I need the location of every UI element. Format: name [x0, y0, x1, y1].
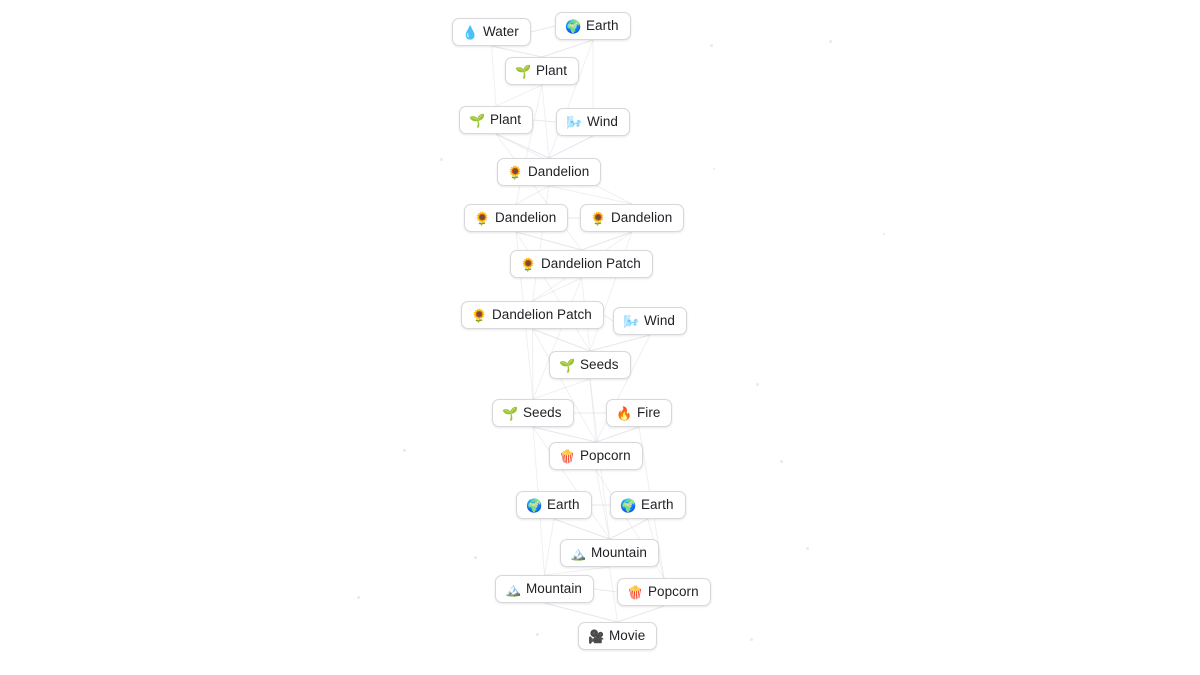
recipe-node-label: Mountain — [526, 581, 582, 597]
background-speck — [883, 233, 885, 235]
recipe-node-wind[interactable]: 🌬️ Wind — [613, 307, 687, 335]
dandelion-icon: 🌻 — [507, 164, 524, 180]
fire-icon: 🔥 — [616, 405, 633, 421]
background-speck — [780, 460, 783, 463]
recipe-node-label: Seeds — [523, 405, 562, 421]
recipe-node-label: Water — [483, 24, 519, 40]
recipe-node-mountain[interactable]: 🏔️ Mountain — [560, 539, 659, 567]
background-speck — [403, 449, 406, 452]
recipe-tree-canvas[interactable]: 💧 Water 🌍 Earth 🌱 Plant 🌱 Plant 🌬️ Wind 🌻 Dandelion… — [0, 0, 1200, 675]
recipe-node-label: Earth — [641, 497, 674, 513]
background-speck — [829, 40, 832, 43]
recipe-node-seeds[interactable]: 🌱 Seeds — [492, 399, 574, 427]
recipe-node-label: Plant — [490, 112, 522, 128]
recipe-node-label: Dandelion — [495, 210, 557, 226]
background-speck — [756, 383, 759, 386]
background-speck — [357, 596, 360, 599]
earth-globe-icon: 🌍 — [526, 497, 543, 513]
popcorn-icon: 🍿 — [627, 584, 644, 600]
mountain-icon: 🏔️ — [570, 545, 587, 561]
recipe-node-label: Fire — [637, 405, 661, 421]
background-speck — [710, 44, 713, 47]
recipe-node-label: Dandelion Patch — [541, 256, 641, 272]
water-droplet-icon: 💧 — [462, 24, 479, 40]
recipe-node-label: Wind — [587, 114, 618, 130]
seedling-icon: 🌱 — [502, 405, 519, 421]
recipe-node-label: Movie — [609, 628, 646, 644]
recipe-node-water[interactable]: 💧 Water — [452, 18, 531, 46]
recipe-node-dandelion-patch[interactable]: 🌻 Dandelion Patch — [510, 250, 653, 278]
recipe-node-earth[interactable]: 🌍 Earth — [610, 491, 686, 519]
dandelion-icon: 🌻 — [590, 210, 607, 226]
recipe-node-label: Plant — [536, 63, 568, 79]
earth-globe-icon: 🌍 — [565, 18, 582, 34]
recipe-node-label: Dandelion — [528, 164, 590, 180]
background-speck — [806, 547, 809, 550]
popcorn-icon: 🍿 — [559, 448, 576, 464]
recipe-node-wind[interactable]: 🌬️ Wind — [556, 108, 630, 136]
wind-icon: 🌬️ — [566, 114, 583, 130]
background-speck — [536, 633, 539, 636]
seedling-icon: 🌱 — [559, 357, 576, 373]
recipe-node-label: Earth — [586, 18, 619, 34]
recipe-node-label: Popcorn — [648, 584, 699, 600]
earth-globe-icon: 🌍 — [620, 497, 637, 513]
recipe-node-dandelion-patch[interactable]: 🌻 Dandelion Patch — [461, 301, 604, 329]
recipe-node-label: Wind — [644, 313, 675, 329]
recipe-node-fire[interactable]: 🔥 Fire — [606, 399, 673, 427]
recipe-node-mountain[interactable]: 🏔️ Mountain — [495, 575, 594, 603]
recipe-node-dandelion[interactable]: 🌻 Dandelion — [497, 158, 602, 186]
recipe-node-label: Mountain — [591, 545, 647, 561]
recipe-node-movie[interactable]: 🎥 Movie — [578, 622, 658, 650]
mountain-icon: 🏔️ — [505, 581, 522, 597]
recipe-node-seeds[interactable]: 🌱 Seeds — [549, 351, 631, 379]
dandelion-patch-icon: 🌻 — [471, 307, 488, 323]
background-speck — [713, 168, 715, 170]
node-layer: 💧 Water 🌍 Earth 🌱 Plant 🌱 Plant 🌬️ Wind 🌻 Dandelion… — [0, 0, 1200, 675]
recipe-node-plant[interactable]: 🌱 Plant — [505, 57, 580, 85]
movie-camera-icon: 🎥 — [588, 628, 605, 644]
recipe-node-label: Dandelion Patch — [492, 307, 592, 323]
background-speck — [440, 158, 443, 161]
dandelion-icon: 🌻 — [474, 210, 491, 226]
recipe-node-label: Seeds — [580, 357, 619, 373]
recipe-node-earth[interactable]: 🌍 Earth — [555, 12, 631, 40]
recipe-node-plant[interactable]: 🌱 Plant — [459, 106, 534, 134]
background-speck — [750, 638, 753, 641]
recipe-node-dandelion[interactable]: 🌻 Dandelion — [464, 204, 569, 232]
recipe-node-popcorn[interactable]: 🍿 Popcorn — [549, 442, 643, 470]
dandelion-patch-icon: 🌻 — [520, 256, 537, 272]
seedling-icon: 🌱 — [515, 63, 532, 79]
recipe-node-earth[interactable]: 🌍 Earth — [516, 491, 592, 519]
recipe-node-dandelion[interactable]: 🌻 Dandelion — [580, 204, 685, 232]
background-speck — [474, 556, 477, 559]
wind-icon: 🌬️ — [623, 313, 640, 329]
recipe-node-label: Dandelion — [611, 210, 673, 226]
seedling-icon: 🌱 — [469, 112, 486, 128]
recipe-node-popcorn[interactable]: 🍿 Popcorn — [617, 578, 711, 606]
recipe-node-label: Earth — [547, 497, 580, 513]
recipe-node-label: Popcorn — [580, 448, 631, 464]
